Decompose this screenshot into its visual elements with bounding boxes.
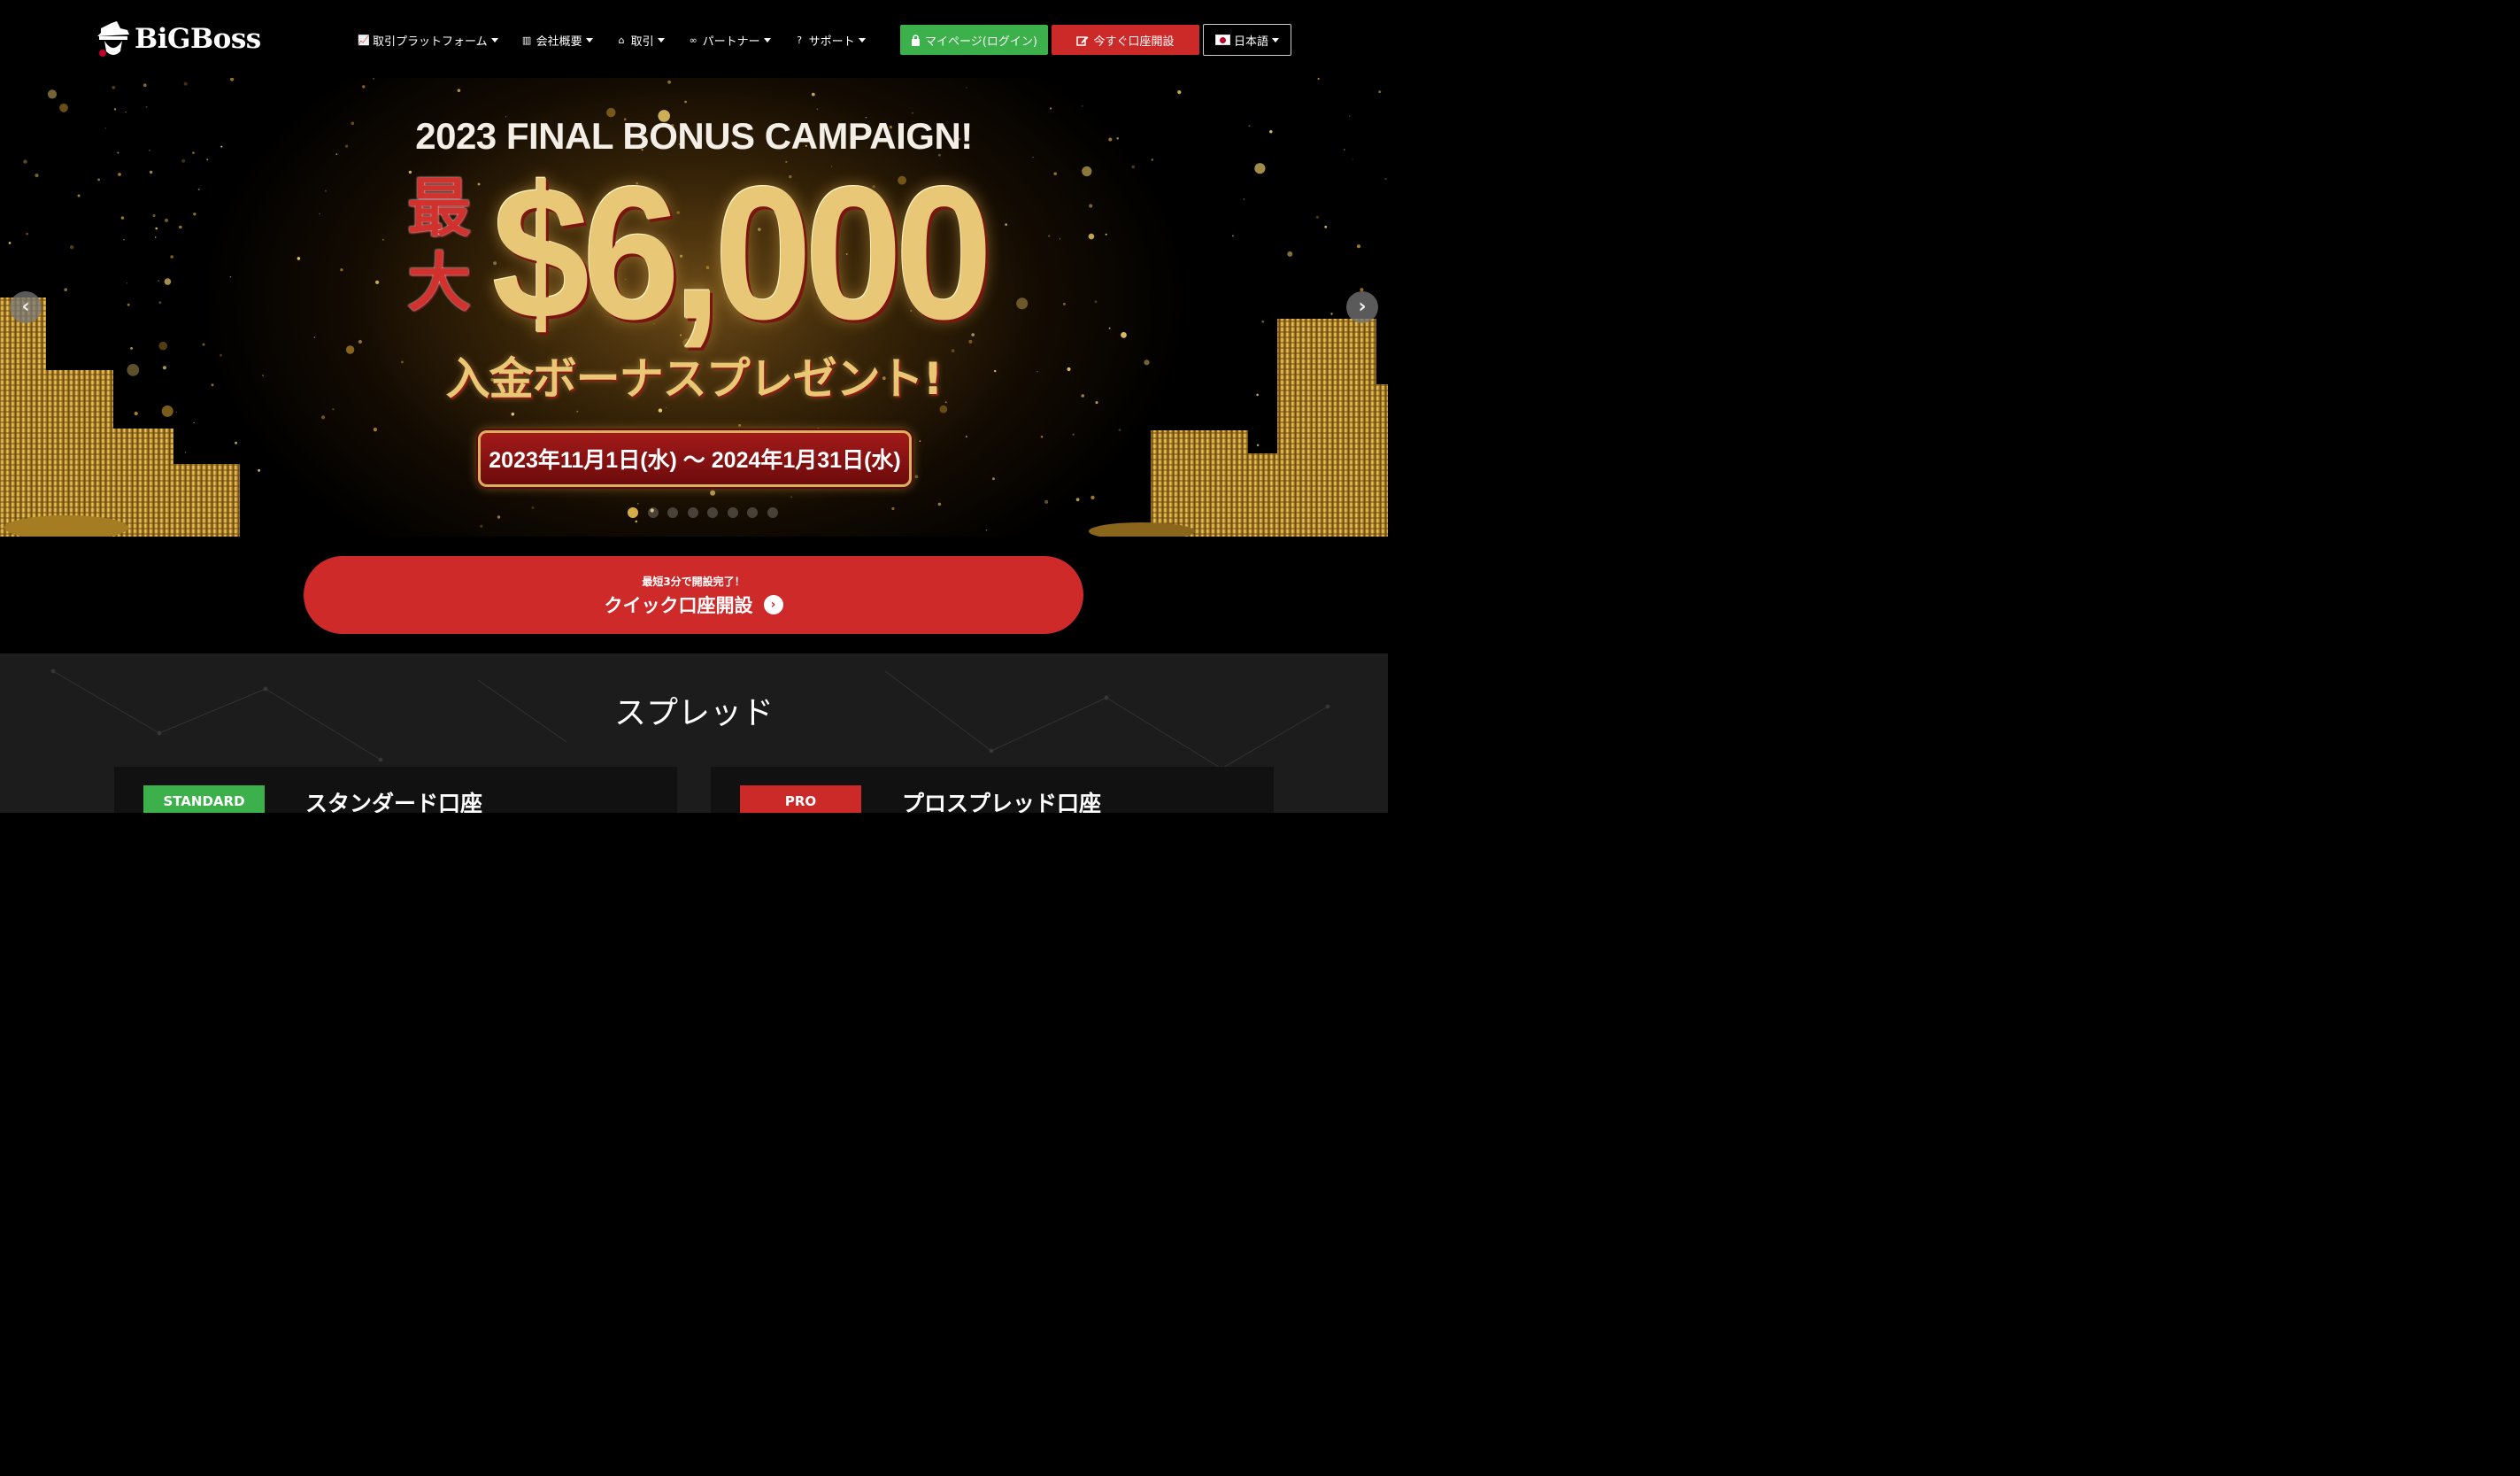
pro-account-card: PRO プロスプレッド口座 <box>711 767 1274 813</box>
standard-badge: STANDARD <box>143 785 265 813</box>
spread-heading: スプレッド <box>613 695 774 731</box>
bigboss-logo[interactable]: BiGBoss <box>96 18 261 60</box>
campaign-date-range: 2023年11月1日(水) ～ 2024年1月31日(水) <box>478 430 912 487</box>
cta-label-row: クイック口座開設 › <box>304 591 1083 618</box>
standard-account-name: スタンダード口座 <box>305 791 483 813</box>
nav-trading-platform[interactable]: 📈 取引プラットフォーム <box>358 32 498 49</box>
nav-company[interactable]: ▥ 会社概要 <box>521 32 593 49</box>
carousel-dot[interactable] <box>687 507 698 518</box>
caret-down-icon <box>858 37 866 43</box>
spread-section: スプレッド STANDARD スタンダード口座 PRO プロスプレッド口座 <box>0 653 1388 813</box>
nav-partner[interactable]: ∞ パートナー <box>688 32 771 49</box>
caret-down-icon <box>657 37 665 43</box>
open-account-label: 今すぐ口座開設 <box>1093 35 1175 49</box>
carousel-prev-button[interactable]: ‹ <box>10 291 42 323</box>
site-header: BiGBoss 📈 取引プラットフォーム ▥ 会社概要 ⌂ 取引 ∞ パートナー… <box>0 0 1388 78</box>
carousel-indicators <box>628 507 787 518</box>
nav-label: 取引プラットフォーム <box>373 35 488 49</box>
open-account-button[interactable]: 今すぐ口座開設 <box>1052 25 1199 55</box>
carousel-dot[interactable] <box>727 507 738 518</box>
nav-support[interactable]: ? サポート <box>794 32 866 49</box>
nav-label: 会社概要 <box>536 35 582 49</box>
caret-down-icon <box>763 37 771 43</box>
language-label: 日本語 <box>1233 35 1268 49</box>
edit-icon <box>1076 35 1089 46</box>
hero-carousel[interactable]: 2023 FINAL BONUS CAMPAIGN! 最大 $6,000 入金ボ… <box>0 78 1388 537</box>
caret-down-icon <box>585 37 593 43</box>
cta-tagline: 最短3分で開設完了！ <box>642 576 745 588</box>
fedora-hat-logo-icon <box>97 21 129 57</box>
chevron-circle-right-icon: › <box>763 595 783 614</box>
building-icon: ▥ <box>521 34 532 46</box>
handshake-icon: ∞ <box>689 34 697 46</box>
carousel-dot[interactable] <box>707 507 718 518</box>
carousel-dot[interactable] <box>628 507 638 518</box>
cta-label: クイック口座開設 <box>604 595 753 616</box>
bank-icon: ⌂ <box>618 34 625 46</box>
quick-open-account-button[interactable]: 最短3分で開設完了！ クイック口座開設 › <box>304 556 1083 634</box>
logo-wordmark: BiGBoss <box>135 23 261 55</box>
carousel-dot[interactable] <box>647 507 659 518</box>
pro-badge: PRO <box>740 785 861 813</box>
carousel-dot[interactable] <box>747 507 758 518</box>
lock-icon <box>912 34 921 46</box>
carousel-next-button[interactable]: › <box>1346 291 1378 323</box>
nav-label: サポート <box>808 35 855 49</box>
carousel-dot[interactable] <box>667 507 678 518</box>
chart-line-icon: 📈 <box>358 34 370 46</box>
nav-trading[interactable]: ⌂ 取引 <box>616 32 665 49</box>
question-circle-icon: ? <box>797 34 803 46</box>
campaign-max-label: 最大 <box>407 171 472 320</box>
login-button[interactable]: マイページ(ログイン) <box>900 25 1048 55</box>
cta-section: 最短3分で開設完了！ クイック口座開設 › <box>0 537 1388 653</box>
language-selector[interactable]: 日本語 <box>1203 24 1291 56</box>
pro-account-name: プロスプレッド口座 <box>902 791 1102 813</box>
caret-down-icon <box>1272 37 1279 43</box>
caret-down-icon <box>490 37 498 43</box>
main-nav: 📈 取引プラットフォーム ▥ 会社概要 ⌂ 取引 ∞ パートナー ? サポート <box>358 25 889 55</box>
chevron-left-icon: ‹ <box>21 296 30 318</box>
campaign-subtitle: 入金ボーナスプレゼント! <box>445 353 944 405</box>
login-label: マイページ(ログイン) <box>925 35 1037 49</box>
standard-account-card: STANDARD スタンダード口座 <box>114 767 677 813</box>
carousel-dot[interactable] <box>767 507 778 518</box>
campaign-bonus-amount: $6,000 <box>492 147 993 359</box>
nav-label: パートナー <box>702 35 760 49</box>
chevron-right-icon: › <box>1358 296 1367 318</box>
japan-flag-icon <box>1214 35 1230 45</box>
nav-label: 取引 <box>630 35 654 49</box>
